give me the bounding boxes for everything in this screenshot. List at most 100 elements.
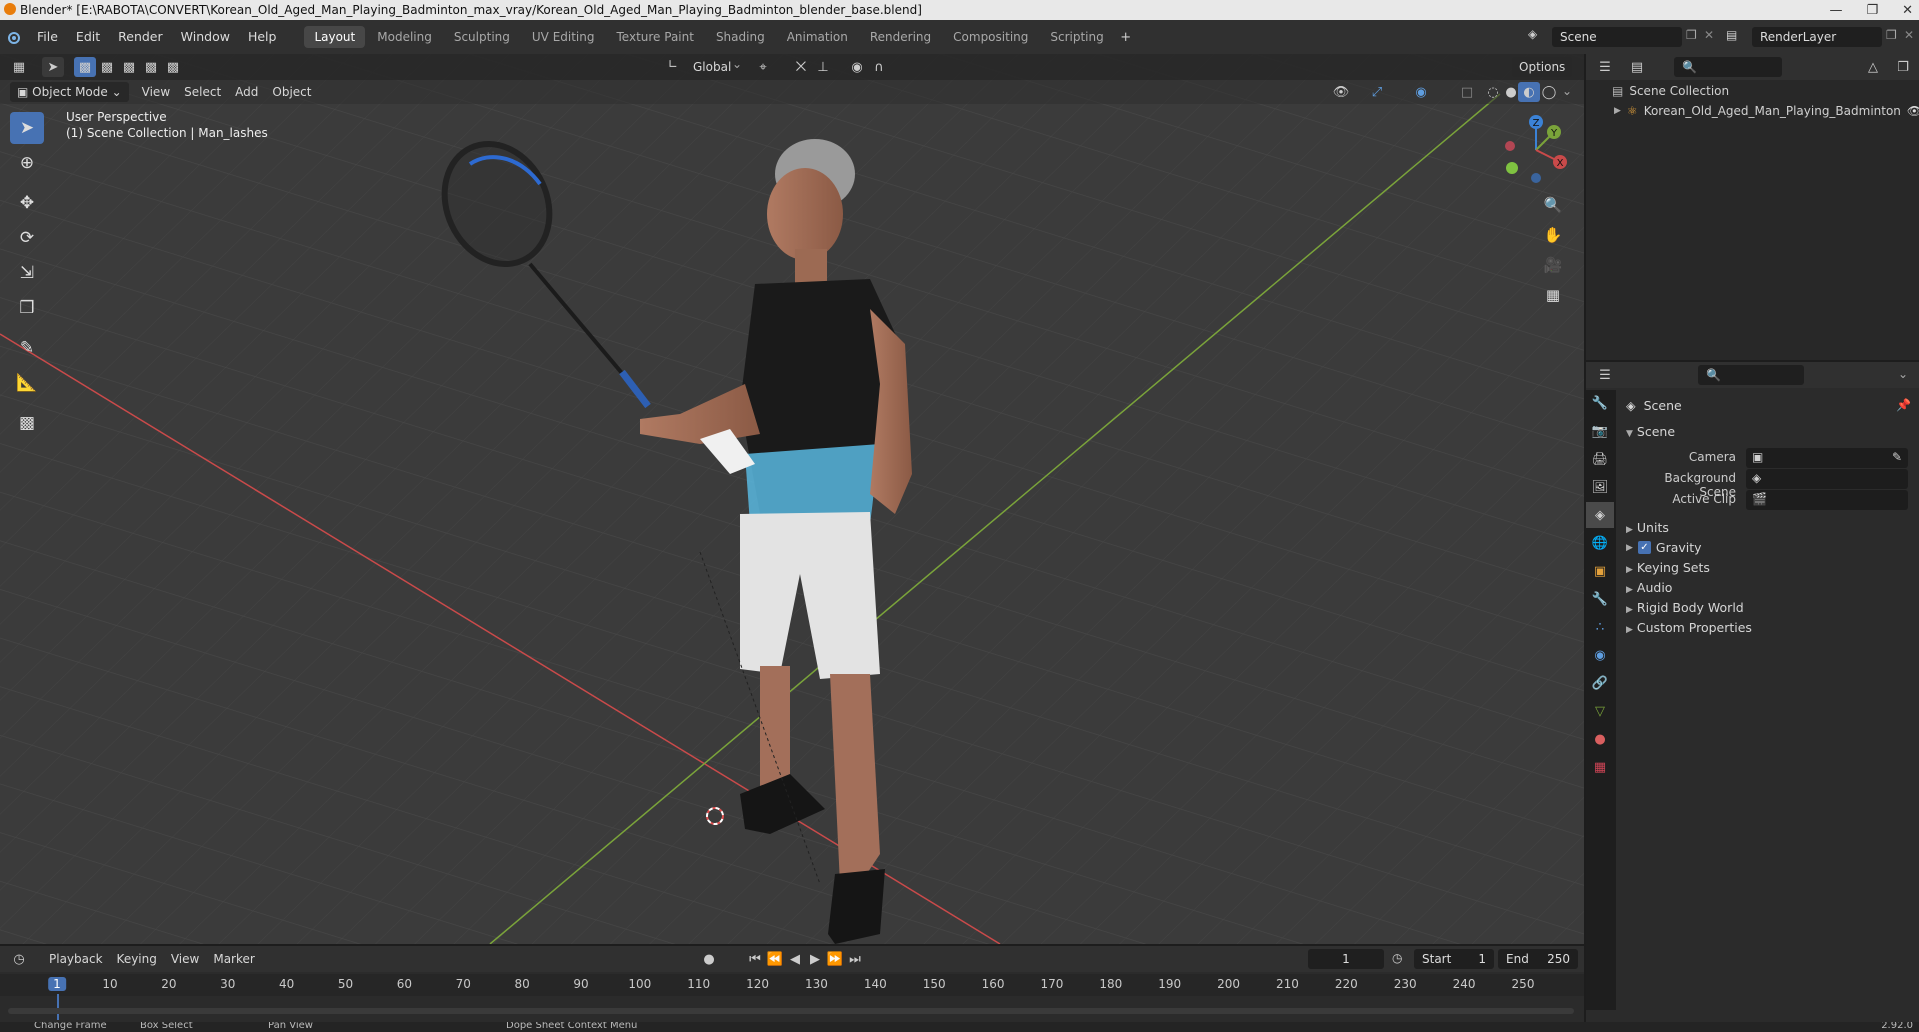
zoom-icon[interactable]: 🔍 xyxy=(1540,192,1566,218)
measure-tool-icon[interactable]: 📐 xyxy=(10,367,44,399)
pin-icon[interactable]: 📌 xyxy=(1896,398,1911,412)
data-tab-icon[interactable]: ▽ xyxy=(1586,698,1614,724)
active-clip-field[interactable]: 🎬 xyxy=(1746,490,1908,510)
options-dropdown[interactable]: Options xyxy=(1512,57,1573,77)
output-tab-icon[interactable]: 🖨 xyxy=(1586,446,1614,472)
outliner-root-row[interactable]: ▤ Scene Collection xyxy=(1612,84,1729,98)
jump-start-icon[interactable]: ⏮ xyxy=(744,949,766,969)
proportional-edit-icon[interactable]: ◉ xyxy=(846,57,868,77)
camera-field[interactable]: ▣ ✎ xyxy=(1746,448,1908,468)
scene-field[interactable]: Scene xyxy=(1552,27,1682,47)
proportional-falloff-icon[interactable]: ∩ xyxy=(868,57,890,77)
tab-sculpting[interactable]: Sculpting xyxy=(444,26,520,48)
rendered-shading-icon[interactable]: ◯ xyxy=(1538,82,1560,102)
transform-orientation-icon[interactable]: ∟ xyxy=(668,57,678,71)
select-tool-icon[interactable]: ➤ xyxy=(42,57,64,77)
snap-target-icon[interactable]: ⊥ xyxy=(812,57,834,77)
cursor-tool-icon[interactable]: ⊕ xyxy=(10,147,44,179)
render-tab-icon[interactable]: 📷 xyxy=(1586,418,1614,444)
visibility-eye-icon[interactable]: 👁 xyxy=(1907,104,1919,118)
menu-keying[interactable]: Keying xyxy=(110,949,164,969)
section-keying-sets[interactable]: ▶ Keying Sets xyxy=(1626,560,1710,575)
properties-editor-type-icon[interactable]: ☰ xyxy=(1594,365,1616,385)
record-keyframe-icon[interactable]: ● xyxy=(698,949,720,969)
annotate-tool-icon[interactable]: ✎ xyxy=(10,332,44,364)
start-frame-field[interactable]: Start 1 xyxy=(1414,949,1494,969)
select-mode-new-icon[interactable]: ▩ xyxy=(74,57,96,77)
visibility-eye-icon[interactable]: 👁 xyxy=(1330,82,1352,102)
physics-tab-icon[interactable]: ◉ xyxy=(1586,642,1614,668)
menu-playback[interactable]: Playback xyxy=(42,949,110,969)
rotate-tool-icon[interactable]: ⟳ xyxy=(10,222,44,254)
tab-shading[interactable]: Shading xyxy=(706,26,775,48)
menu-help[interactable]: Help xyxy=(239,20,286,54)
section-gravity[interactable]: ▶ ✓ Gravity xyxy=(1626,540,1702,555)
gravity-checkbox[interactable]: ✓ xyxy=(1637,541,1651,554)
end-frame-field[interactable]: End 250 xyxy=(1498,949,1578,969)
transform-tool-icon[interactable]: ❒ xyxy=(10,292,44,324)
material-preview-icon[interactable]: ◐ xyxy=(1518,82,1540,102)
timeline-editor-type-icon[interactable]: ◷ xyxy=(8,949,30,969)
texture-tab-icon[interactable]: ▦ xyxy=(1586,754,1614,780)
minimize-icon[interactable]: — xyxy=(1829,3,1842,18)
scene-selector-icon[interactable]: ◈ xyxy=(1528,27,1537,41)
xray-icon[interactable]: □ xyxy=(1456,82,1478,102)
snap-icon[interactable]: ⨉ xyxy=(790,57,812,77)
select-mode-intersect-icon[interactable]: ▩ xyxy=(162,57,184,77)
preview-range-icon[interactable]: ◷ xyxy=(1392,951,1402,965)
tab-modeling[interactable]: Modeling xyxy=(367,26,442,48)
section-units[interactable]: ▶ Units xyxy=(1626,520,1669,535)
expand-arrow-icon[interactable]: ▶ xyxy=(1614,106,1621,116)
move-tool-icon[interactable]: ✥ xyxy=(10,187,44,219)
properties-search-input[interactable]: 🔍 xyxy=(1698,365,1804,385)
menu-file[interactable]: File xyxy=(28,20,67,54)
select-mode-invert-icon[interactable]: ▩ xyxy=(140,57,162,77)
restore-icon[interactable]: ❐ xyxy=(1866,3,1878,18)
shading-options-chevron-icon[interactable]: ⌄ xyxy=(1562,84,1572,98)
section-custom-properties[interactable]: ▶ Custom Properties xyxy=(1626,620,1752,635)
menu-add[interactable]: Add xyxy=(228,82,265,102)
menu-window[interactable]: Window xyxy=(172,20,239,54)
select-mode-extend-icon[interactable]: ▩ xyxy=(96,57,118,77)
gizmo-toggle-icon[interactable]: ⤢ xyxy=(1366,82,1388,102)
tab-layout[interactable]: Layout xyxy=(304,26,366,48)
section-rigid-body-world[interactable]: ▶ Rigid Body World xyxy=(1626,600,1744,615)
timeline-ruler[interactable]: 1 10 20 30 40 50 60 70 80 90 100 110 120 130 140 150 160… xyxy=(0,974,1584,1020)
filter-icon[interactable]: △ xyxy=(1862,57,1884,77)
view-layer-tab-icon[interactable]: 🖼 xyxy=(1586,474,1614,500)
outliner-search-input[interactable]: 🔍 xyxy=(1674,57,1782,77)
outliner-editor-type-icon[interactable]: ☰ xyxy=(1594,57,1616,77)
object-tab-icon[interactable]: ▣ xyxy=(1586,558,1614,584)
add-workspace-icon[interactable]: + xyxy=(1115,27,1137,47)
view-layer-icon[interactable]: ▤ xyxy=(1726,28,1737,42)
timeline-scrollbar[interactable] xyxy=(8,1008,1574,1014)
menu-marker[interactable]: Marker xyxy=(206,949,261,969)
background-scene-field[interactable]: ◈ xyxy=(1746,469,1908,489)
menu-object[interactable]: Object xyxy=(265,82,318,102)
jump-end-icon[interactable]: ⏭ xyxy=(844,949,866,969)
remove-view-layer-icon[interactable]: ✕ xyxy=(1904,28,1914,42)
playhead-line[interactable] xyxy=(57,994,59,1020)
particles-tab-icon[interactable]: ∴ xyxy=(1586,614,1614,640)
scene-panel-header[interactable]: ▼ Scene xyxy=(1626,424,1675,439)
eyedropper-icon[interactable]: ✎ xyxy=(1892,450,1902,464)
blender-menu-icon[interactable] xyxy=(0,20,28,54)
pan-hand-icon[interactable]: ✋ xyxy=(1540,222,1566,248)
3d-viewport[interactable]: ▦ ➤ ▩ ▩ ▩ ▩ ▩ ∟ Global ⌄ ⌖ ⨉ ⊥ ◉ ∩ Optio… xyxy=(0,54,1584,944)
tool-settings-tab-icon[interactable]: 🔧 xyxy=(1586,390,1614,416)
jump-prev-keyframe-icon[interactable]: ⏪ xyxy=(764,949,786,969)
menu-select[interactable]: Select xyxy=(177,82,228,102)
editor-type-icon[interactable]: ▦ xyxy=(8,57,30,77)
section-audio[interactable]: ▶ Audio xyxy=(1626,580,1672,595)
modifiers-tab-icon[interactable]: 🔧 xyxy=(1586,586,1614,612)
scene-tab-icon[interactable]: ◈ xyxy=(1586,502,1614,528)
world-tab-icon[interactable]: 🌐 xyxy=(1586,530,1614,556)
close-icon[interactable]: ✕ xyxy=(1902,3,1913,18)
new-view-layer-icon[interactable]: ❐ xyxy=(1886,28,1897,42)
new-collection-icon[interactable]: ❐ xyxy=(1892,57,1914,77)
view-layer-field[interactable]: RenderLayer xyxy=(1752,27,1882,47)
remove-scene-icon[interactable]: ✕ xyxy=(1704,28,1714,42)
camera-view-icon[interactable]: 🎥 xyxy=(1540,252,1566,278)
material-tab-icon[interactable]: ● xyxy=(1586,726,1614,752)
jump-next-keyframe-icon[interactable]: ⏩ xyxy=(824,949,846,969)
